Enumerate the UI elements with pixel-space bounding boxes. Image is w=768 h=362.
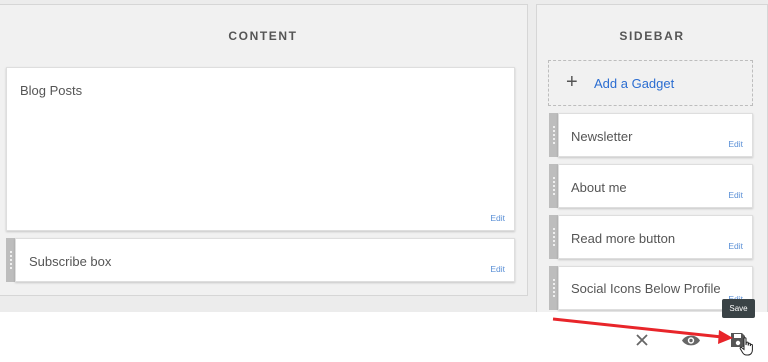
drag-handle[interactable] <box>549 215 558 259</box>
gadget-blog-posts[interactable]: Blog Posts Edit <box>6 67 515 231</box>
gadget-read-more-button[interactable]: Read more button Edit <box>558 215 753 259</box>
drag-handle[interactable] <box>6 238 15 282</box>
edit-link[interactable]: Edit <box>728 190 743 200</box>
gadget-label: Blog Posts <box>20 83 83 98</box>
gadget-label: Newsletter <box>571 129 633 144</box>
add-gadget-button[interactable]: + Add a Gadget <box>548 60 753 106</box>
gadget-newsletter[interactable]: Newsletter Edit <box>558 113 753 157</box>
eye-icon[interactable] <box>681 334 701 352</box>
gadget-about-me[interactable]: About me Edit <box>558 164 753 208</box>
gadget-subscribe-box[interactable]: Subscribe box Edit <box>15 238 515 282</box>
drag-handle[interactable] <box>549 113 558 157</box>
edit-link[interactable]: Edit <box>490 213 505 223</box>
edit-link[interactable]: Edit <box>728 139 743 149</box>
drag-handle[interactable] <box>549 266 558 310</box>
content-section-title: CONTENT <box>228 29 298 43</box>
bottom-toolbar <box>0 312 768 362</box>
gadget-label: Read more button <box>571 231 676 246</box>
edit-link[interactable]: Edit <box>490 264 505 274</box>
save-tooltip: Save <box>722 299 755 318</box>
hand-cursor-icon <box>739 337 755 361</box>
gadget-label: About me <box>571 180 627 195</box>
gadget-label: Subscribe box <box>29 254 112 269</box>
add-gadget-label: Add a Gadget <box>594 76 675 91</box>
plus-icon: + <box>566 71 578 93</box>
gadget-label: Social Icons Below Profile <box>571 281 721 296</box>
close-icon[interactable] <box>635 333 649 352</box>
sidebar-section-title: SIDEBAR <box>619 29 685 43</box>
edit-link[interactable]: Edit <box>728 241 743 251</box>
drag-handle[interactable] <box>549 164 558 208</box>
